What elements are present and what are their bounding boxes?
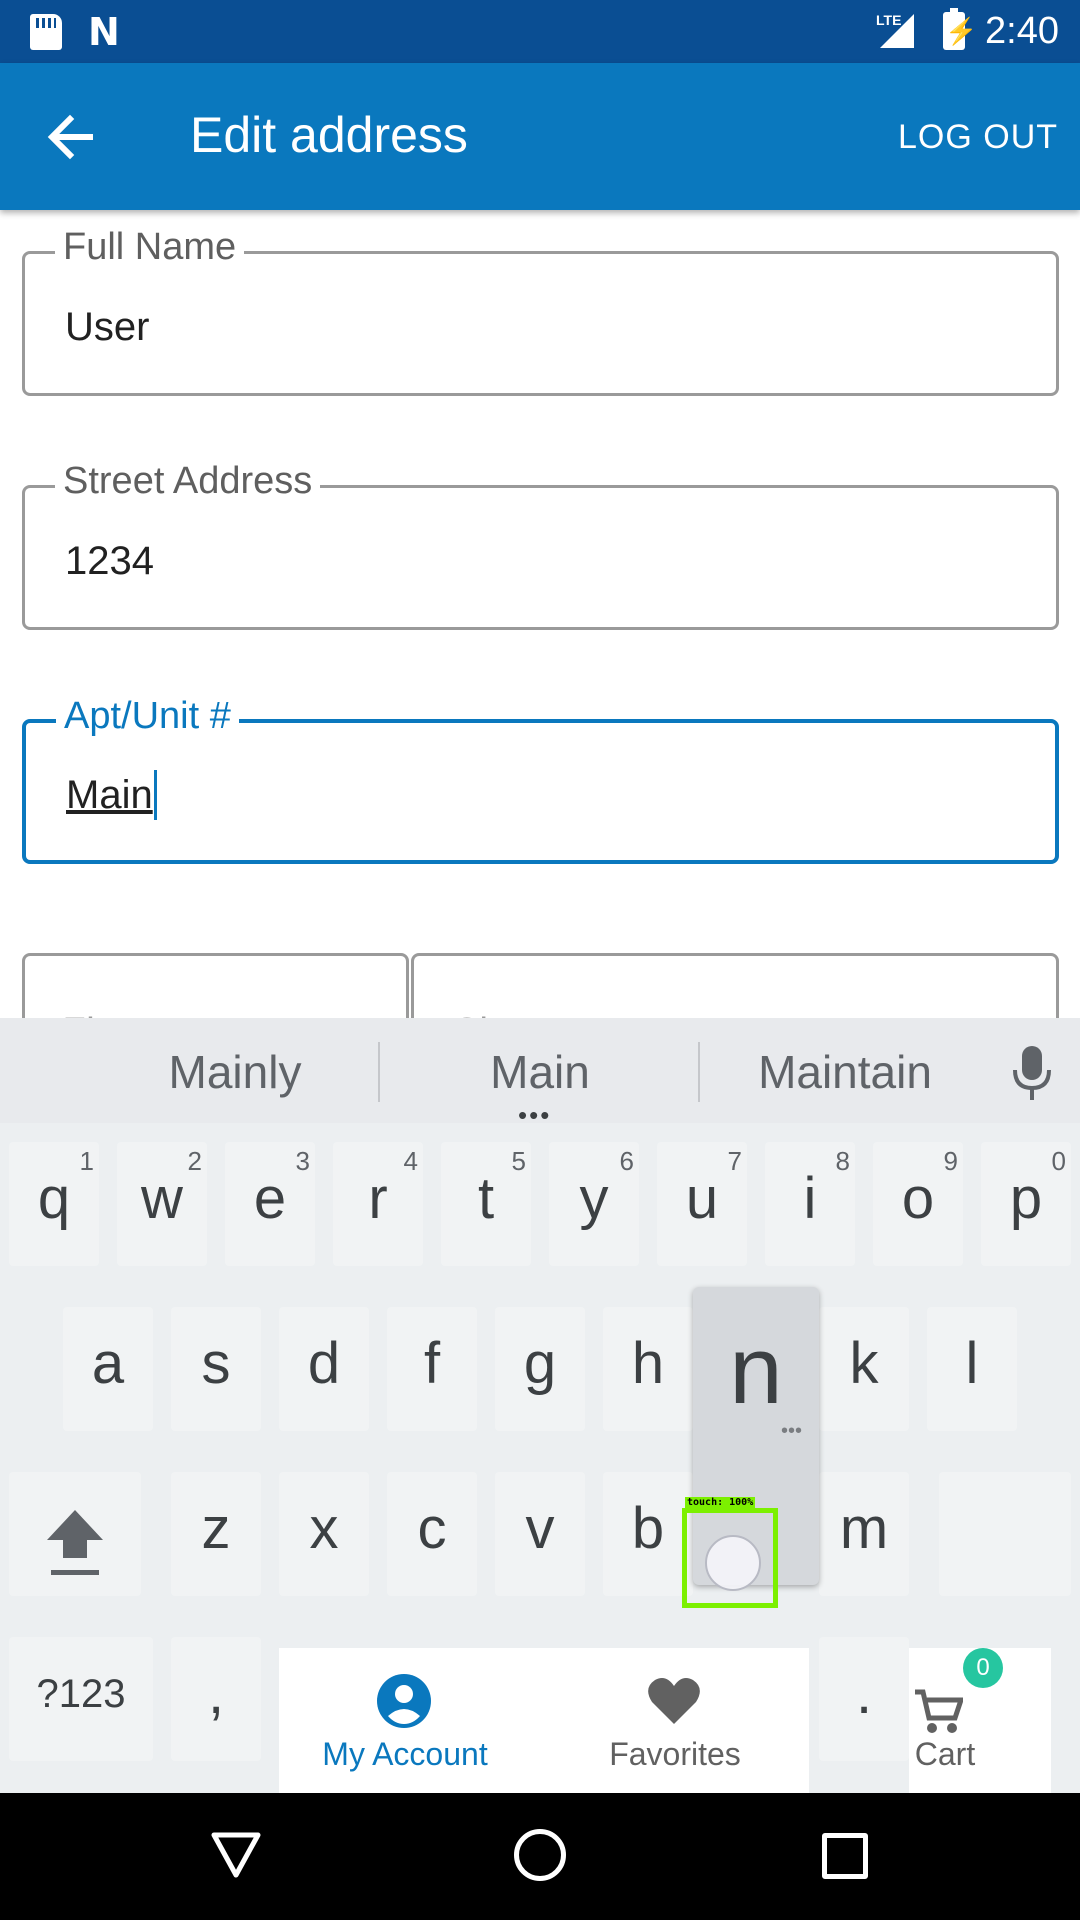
suggestion-1[interactable]: Mainly xyxy=(120,1042,350,1102)
nav-favorites[interactable]: Favorites xyxy=(595,1734,755,1774)
key-l[interactable]: l xyxy=(927,1307,1017,1431)
logout-button[interactable]: LOG OUT xyxy=(898,115,1058,159)
microphone-icon[interactable] xyxy=(1010,1044,1054,1107)
key-m[interactable]: m xyxy=(819,1472,909,1596)
key-w[interactable]: 2w xyxy=(117,1142,207,1266)
key-z[interactable]: z xyxy=(171,1472,261,1596)
key-o[interactable]: 9o xyxy=(873,1142,963,1266)
back-triangle-icon[interactable] xyxy=(210,1831,262,1884)
street-address-value: 1234 xyxy=(65,539,154,583)
full-name-value: User xyxy=(65,305,150,349)
key-v[interactable]: v xyxy=(495,1472,585,1596)
favorites-icon[interactable] xyxy=(647,1676,701,1731)
key-u[interactable]: 7u xyxy=(657,1142,747,1266)
key-n-popup-letter: n xyxy=(729,1317,783,1424)
signal-icon xyxy=(880,14,914,48)
more-suggestions-dots: ••• xyxy=(518,1100,552,1130)
suggestion-divider xyxy=(378,1042,380,1102)
key-k[interactable]: k xyxy=(819,1307,909,1431)
full-name-label: Full Name xyxy=(55,221,245,273)
key-b[interactable]: b xyxy=(603,1472,693,1596)
key-s[interactable]: s xyxy=(171,1307,261,1431)
app-bar: Edit address LOG OUT xyxy=(0,63,1080,210)
cart-icon[interactable] xyxy=(913,1688,965,1739)
home-circle-icon[interactable] xyxy=(514,1829,566,1881)
recents-square-icon[interactable] xyxy=(822,1833,868,1879)
key-e[interactable]: 3e xyxy=(225,1142,315,1266)
key-t[interactable]: 5t xyxy=(441,1142,531,1266)
touch-indicator-box: touch: 100% xyxy=(682,1497,778,1608)
key-h[interactable]: h xyxy=(603,1307,693,1431)
battery-charging-icon: ⚡ xyxy=(943,8,977,50)
key-y[interactable]: 6y xyxy=(549,1142,639,1266)
comma-key[interactable]: , xyxy=(171,1637,261,1761)
page-title: Edit address xyxy=(190,107,468,163)
cart-badge: 0 xyxy=(963,1648,1003,1688)
touch-indicator-label: touch: 100% xyxy=(685,1497,756,1509)
clock: 2:40 xyxy=(985,10,1059,52)
suggestion-strip: Mainly Main ••• Maintain xyxy=(0,1018,1080,1130)
suggestion-divider xyxy=(698,1042,700,1102)
apt-unit-field[interactable]: Apt/Unit # Main xyxy=(22,690,1059,864)
street-address-label: Street Address xyxy=(55,455,321,507)
key-a[interactable]: a xyxy=(63,1307,153,1431)
suggestion-2[interactable]: Main xyxy=(420,1042,660,1102)
apt-unit-value: Main xyxy=(66,770,157,820)
nav-cart[interactable]: Cart xyxy=(905,1734,985,1774)
more-options-dots: ••• xyxy=(781,1420,803,1442)
key-q[interactable]: 1q xyxy=(9,1142,99,1266)
back-arrow-icon[interactable] xyxy=(40,107,110,167)
key-d[interactable]: d xyxy=(279,1307,369,1431)
symbols-key[interactable]: ?123 xyxy=(9,1637,153,1761)
backspace-key[interactable] xyxy=(939,1472,1071,1596)
system-nav-bar xyxy=(0,1793,1080,1920)
key-f[interactable]: f xyxy=(387,1307,477,1431)
key-c[interactable]: c xyxy=(387,1472,477,1596)
key-i[interactable]: 8i xyxy=(765,1142,855,1266)
nav-my-account[interactable]: My Account xyxy=(315,1734,495,1774)
cart-nav-area: 0 Cart xyxy=(909,1648,1051,1793)
sd-card-icon xyxy=(30,14,62,50)
account-icon[interactable] xyxy=(377,1674,431,1733)
key-g[interactable]: g xyxy=(495,1307,585,1431)
apt-unit-label: Apt/Unit # xyxy=(56,690,239,742)
status-bar: N LTE ⚡ 2:40 xyxy=(0,0,1080,63)
touch-point xyxy=(705,1535,761,1591)
period-key[interactable]: . xyxy=(819,1637,909,1761)
key-x[interactable]: x xyxy=(279,1472,369,1596)
n-notification-icon: N xyxy=(88,10,120,54)
full-name-field[interactable]: Full Name User xyxy=(22,221,1059,396)
bottom-nav: My Account Favorites xyxy=(279,1648,809,1793)
shift-key[interactable] xyxy=(9,1472,141,1596)
suggestion-3[interactable]: Maintain xyxy=(730,1042,960,1102)
shift-icon xyxy=(47,1510,103,1575)
street-address-field[interactable]: Street Address 1234 xyxy=(22,455,1059,630)
key-r[interactable]: 4r xyxy=(333,1142,423,1266)
key-p[interactable]: 0p xyxy=(981,1142,1071,1266)
